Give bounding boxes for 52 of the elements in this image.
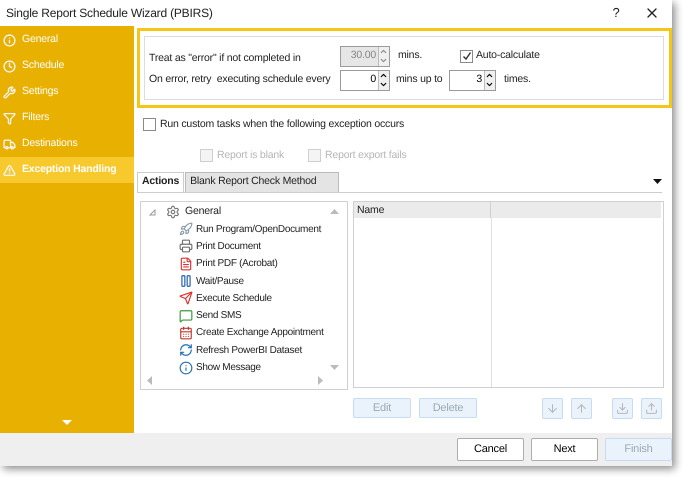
tab[interactable]: Actions: [137, 172, 184, 192]
tree-item[interactable]: Refresh PowerBI Dataset: [196, 342, 302, 358]
tree-item[interactable]: Run Program/OpenDocument: [196, 222, 322, 237]
gear-icon: [166, 205, 180, 219]
rocket-icon: [179, 222, 193, 236]
checkbox-label: Report is blank: [217, 148, 284, 163]
message-icon: [179, 308, 193, 323]
timeout-label: Treat as "error" if not completed in: [149, 51, 302, 66]
number-field[interactable]: 0: [340, 70, 390, 90]
button[interactable]: Cancel: [457, 438, 524, 461]
unit-label: mins up to: [396, 72, 444, 88]
printer-icon: [179, 239, 193, 254]
scroll-left-icon[interactable]: [147, 376, 152, 384]
clock-icon: [3, 60, 16, 72]
dropdown-icon[interactable]: [653, 178, 662, 184]
retry-label: On error, retry executing schedule every: [149, 72, 332, 88]
tree-item[interactable]: General: [185, 204, 221, 220]
pause-icon: [179, 274, 193, 288]
auto-calculate-checkbox[interactable]: [460, 50, 473, 62]
unit-label: times.: [504, 72, 531, 88]
info-icon: [3, 34, 16, 46]
expander-icon[interactable]: [149, 208, 156, 216]
scroll-down-icon[interactable]: [62, 420, 72, 425]
tree-item[interactable]: Print Document: [196, 238, 261, 254]
info-icon: [179, 360, 193, 375]
calendar-icon: [179, 326, 193, 340]
button[interactable]: Next: [531, 438, 598, 461]
window-title: Single Report Schedule Wizard (PBIRS): [6, 5, 214, 22]
checkbox-label: Run custom tasks when the following exception occurs: [160, 117, 404, 132]
scroll-right-icon[interactable]: [318, 376, 323, 384]
import-icon[interactable]: [612, 398, 633, 418]
tab[interactable]: Blank Report Check Method: [185, 172, 340, 192]
tree-item[interactable]: Wait/Pause: [196, 274, 244, 289]
unit-label: mins.: [398, 48, 424, 64]
scroll-up-icon[interactable]: [330, 208, 339, 214]
refresh-icon: [179, 343, 193, 358]
number-field[interactable]: 3: [449, 70, 496, 90]
checkbox-label: Auto-calculate: [476, 48, 540, 64]
warning-icon: [3, 164, 16, 176]
tree-item[interactable]: Show Message: [196, 360, 261, 376]
tree-item[interactable]: Create Exchange Appointment: [196, 325, 324, 340]
tree-item[interactable]: Execute Schedule: [196, 290, 272, 306]
checkbox-label: Report export fails: [325, 148, 406, 163]
scroll-down-icon[interactable]: [330, 364, 339, 370]
tree-item[interactable]: Print PDF (Acrobat): [196, 256, 278, 272]
truck-icon: [3, 138, 16, 150]
export-icon[interactable]: [641, 398, 662, 418]
help-button[interactable]: ?: [606, 3, 626, 23]
wrench-icon: [3, 86, 16, 98]
tree-item[interactable]: Send SMS: [196, 308, 242, 324]
funnel-icon: [3, 112, 16, 124]
run-tasks-checkbox[interactable]: [143, 118, 156, 132]
